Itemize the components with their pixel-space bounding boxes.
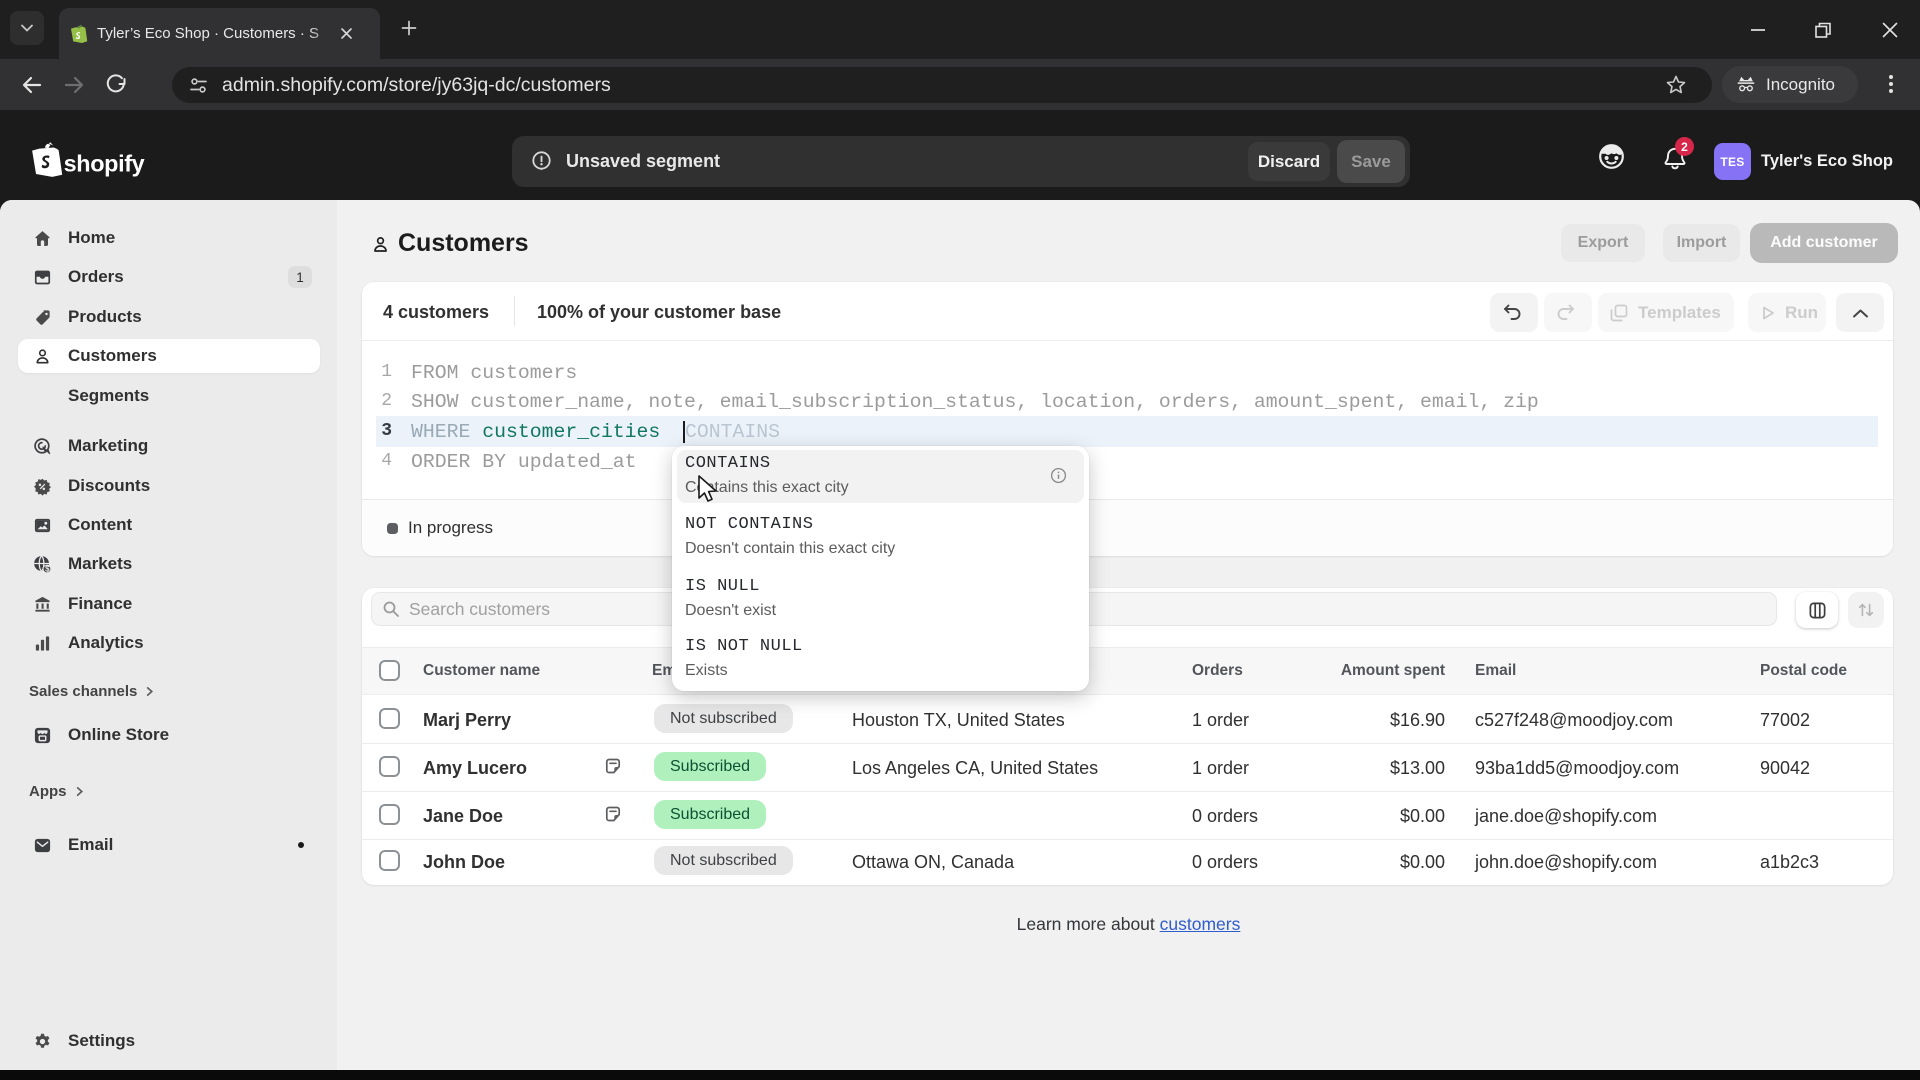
svg-text:shopify: shopify [64, 151, 145, 177]
svg-text:$: $ [45, 564, 50, 573]
